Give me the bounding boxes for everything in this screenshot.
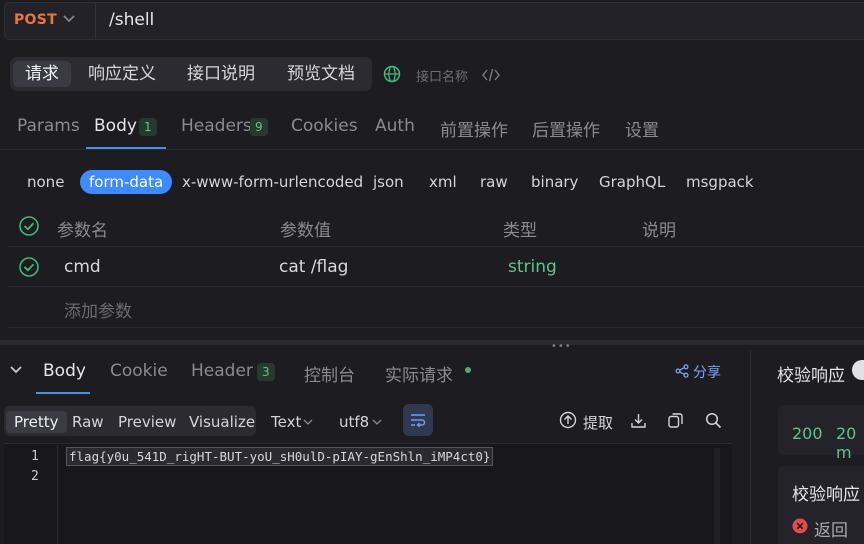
chevron-down-icon[interactable] xyxy=(372,418,382,426)
status-dot xyxy=(465,367,471,373)
panel-divider xyxy=(750,350,751,544)
drag-handle-icon[interactable]: ••• xyxy=(551,341,572,352)
column-header-name: 参数名 xyxy=(57,221,108,241)
select-all-checkbox[interactable] xyxy=(18,215,40,237)
extract-icon[interactable] xyxy=(559,411,577,429)
param-value-cell[interactable]: cat /flag xyxy=(279,257,348,277)
body-type-json[interactable]: json xyxy=(373,170,404,194)
code-line[interactable]: flag{y0u_541D_rigHT-BUT-yoU_sH0ulD-pIAY-… xyxy=(66,447,494,466)
editor-scrollbar[interactable] xyxy=(714,448,720,544)
error-icon xyxy=(792,518,808,534)
url-input[interactable]: /shell xyxy=(109,10,154,30)
response-time: 20 m xyxy=(836,424,857,462)
body-type-binary[interactable]: binary xyxy=(531,170,578,194)
tab-params[interactable]: Params xyxy=(17,116,80,136)
tab-body[interactable]: Body xyxy=(94,116,137,136)
body-type-none[interactable]: none xyxy=(27,170,64,194)
tab-auth[interactable]: Auth xyxy=(375,116,415,136)
url-separator xyxy=(95,3,96,39)
code-icon[interactable] xyxy=(482,67,500,83)
active-tab-indicator xyxy=(36,392,90,394)
body-type-form-data[interactable]: form-data xyxy=(80,170,173,194)
response-tab-console[interactable]: 控制台 xyxy=(304,361,355,386)
tab-headers[interactable]: Headers xyxy=(181,116,252,136)
format-select[interactable]: Text xyxy=(271,411,301,433)
body-type-xml[interactable]: xml xyxy=(429,170,457,194)
globe-icon[interactable] xyxy=(383,65,401,83)
body-type-graphql[interactable]: GraphQL xyxy=(599,170,665,194)
tab-interface-doc[interactable]: 接口说明 xyxy=(187,61,255,87)
body-type-msgpack[interactable]: msgpack xyxy=(686,170,754,194)
table-row-divider xyxy=(8,286,864,287)
word-wrap-button[interactable] xyxy=(403,404,433,436)
collapse-chevron-icon[interactable] xyxy=(9,364,23,376)
response-tab-cookie[interactable]: Cookie xyxy=(110,361,168,381)
header-count-badge: 3 xyxy=(257,363,275,381)
view-visualize[interactable]: Visualize xyxy=(189,411,255,433)
tab-response-definition[interactable]: 响应定义 xyxy=(88,61,156,87)
param-type-cell[interactable]: string xyxy=(508,257,557,277)
headers-count-badge: 9 xyxy=(250,118,268,136)
response-tab-header[interactable]: Header xyxy=(191,361,253,381)
verify-toggle[interactable] xyxy=(852,360,864,380)
share-button[interactable]: 分享 xyxy=(693,362,721,382)
body-type-raw[interactable]: raw xyxy=(480,170,508,194)
editor-gutter xyxy=(57,445,58,544)
divider xyxy=(0,149,864,150)
column-header-value: 参数值 xyxy=(280,221,331,241)
body-type-urlencoded[interactable]: x-www-form-urlencoded xyxy=(182,170,363,194)
share-icon[interactable] xyxy=(675,364,689,378)
encoding-select[interactable]: utf8 xyxy=(339,411,369,433)
table-row-divider xyxy=(8,327,864,328)
tab-request[interactable]: 请求 xyxy=(13,61,71,87)
body-count-badge: 1 xyxy=(139,118,157,136)
verify-response-title: 校验响应 xyxy=(777,366,845,386)
method-select[interactable]: POST xyxy=(14,12,57,28)
column-header-description: 说明 xyxy=(642,221,676,241)
tab-preview-doc[interactable]: 预览文档 xyxy=(287,61,355,87)
interface-name-input[interactable]: 接口名称 xyxy=(416,66,468,85)
verify-error-text: 返回的 xyxy=(814,521,848,541)
line-number: 2 xyxy=(31,469,39,484)
view-preview[interactable]: Preview xyxy=(118,411,176,433)
chevron-down-icon[interactable] xyxy=(63,14,75,24)
download-icon[interactable] xyxy=(630,412,647,429)
search-icon[interactable] xyxy=(705,412,722,429)
param-name-cell[interactable]: cmd xyxy=(64,257,101,277)
panel-splitter[interactable] xyxy=(0,340,864,345)
view-raw[interactable]: Raw xyxy=(72,411,104,433)
wrap-icon xyxy=(411,414,426,427)
response-tab-actual-request[interactable]: 实际请求 xyxy=(385,361,453,386)
tab-pre-operations[interactable]: 前置操作 xyxy=(440,116,508,141)
tab-settings[interactable]: 设置 xyxy=(625,116,659,141)
tab-post-operations[interactable]: 后置操作 xyxy=(532,116,600,141)
copy-icon[interactable] xyxy=(667,412,684,429)
tab-cookies[interactable]: Cookies xyxy=(291,116,358,136)
row-enabled-checkbox[interactable] xyxy=(18,256,40,278)
chevron-down-icon[interactable] xyxy=(303,418,313,426)
line-number: 1 xyxy=(31,449,39,464)
view-pretty[interactable]: Pretty xyxy=(6,411,67,433)
table-row-divider xyxy=(8,246,864,247)
column-header-type: 类型 xyxy=(503,221,537,241)
verify-result-title: 校验响应 xyxy=(792,485,860,505)
status-code: 200 xyxy=(792,424,823,443)
response-tab-body[interactable]: Body xyxy=(43,361,86,381)
extract-button[interactable]: 提取 xyxy=(583,412,613,433)
add-param-input[interactable]: 添加参数 xyxy=(64,297,132,322)
